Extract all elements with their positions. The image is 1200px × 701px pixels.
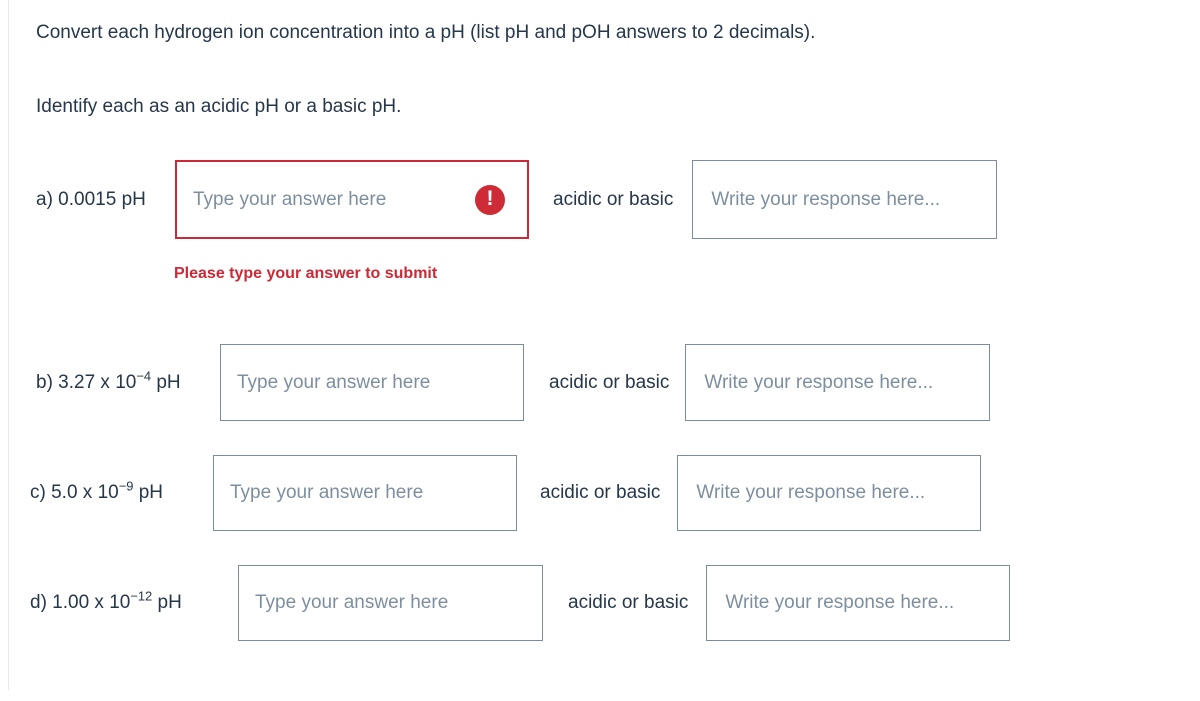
question-row-c: c) 5.0 x 10−9 pH Type your answer here a… bbox=[30, 455, 982, 531]
acid-base-label-a: acidic or basic bbox=[553, 188, 674, 210]
acid-base-label-c: acidic or basic bbox=[540, 482, 661, 503]
response-input-b-placeholder: Write your response here... bbox=[704, 371, 934, 393]
question-row-d: d) 1.00 x 10−12 pH Type your answer here… bbox=[30, 565, 1011, 641]
error-exclamation-glyph: ! bbox=[486, 187, 494, 210]
response-input-c[interactable]: Write your response here... bbox=[677, 455, 982, 531]
response-input-a[interactable]: Write your response here... bbox=[692, 160, 998, 239]
answer-input-d[interactable]: Type your answer here bbox=[238, 565, 543, 641]
question-row-b: b) 3.27 x 10−4 pH Type your answer here … bbox=[36, 344, 991, 421]
answer-input-a-placeholder: Type your answer here bbox=[193, 188, 387, 210]
prompt-line-1: Convert each hydrogen ion concentration … bbox=[36, 22, 816, 43]
question-label-b: b) 3.27 x 10−4 pH bbox=[36, 368, 181, 393]
acid-base-label-b: acidic or basic bbox=[549, 371, 670, 393]
answer-input-c[interactable]: Type your answer here bbox=[213, 455, 517, 531]
answer-input-b-placeholder: Type your answer here bbox=[237, 371, 431, 393]
acid-base-label-d: acidic or basic bbox=[568, 592, 689, 613]
prompt-line-2: Identify each as an acidic pH or a basic… bbox=[36, 96, 402, 117]
error-exclamation-icon: ! bbox=[475, 184, 505, 215]
answer-input-a[interactable]: Type your answer here ! bbox=[175, 160, 529, 239]
left-edge-rule bbox=[8, 0, 9, 690]
answer-input-c-placeholder: Type your answer here bbox=[230, 482, 424, 503]
question-label-a: a) 0.0015 pH bbox=[36, 188, 146, 210]
question-label-d-exponent: −12 bbox=[130, 588, 153, 604]
answer-input-d-placeholder: Type your answer here bbox=[255, 592, 449, 613]
question-label-b-exponent: −4 bbox=[136, 368, 152, 384]
question-row-a: a) 0.0015 pH Type your answer here ! aci… bbox=[36, 160, 998, 239]
response-input-a-placeholder: Write your response here... bbox=[711, 188, 941, 210]
answer-input-b[interactable]: Type your answer here bbox=[220, 344, 524, 421]
response-input-d[interactable]: Write your response here... bbox=[706, 565, 1011, 641]
response-input-d-placeholder: Write your response here... bbox=[725, 592, 955, 613]
response-input-b[interactable]: Write your response here... bbox=[685, 344, 991, 421]
question-label-d: d) 1.00 x 10−12 pH bbox=[30, 588, 182, 613]
response-input-c-placeholder: Write your response here... bbox=[696, 482, 926, 503]
question-label-c-exponent: −9 bbox=[118, 478, 134, 494]
question-label-c: c) 5.0 x 10−9 pH bbox=[30, 478, 164, 503]
error-message-a: Please type your answer to submit bbox=[174, 265, 438, 282]
